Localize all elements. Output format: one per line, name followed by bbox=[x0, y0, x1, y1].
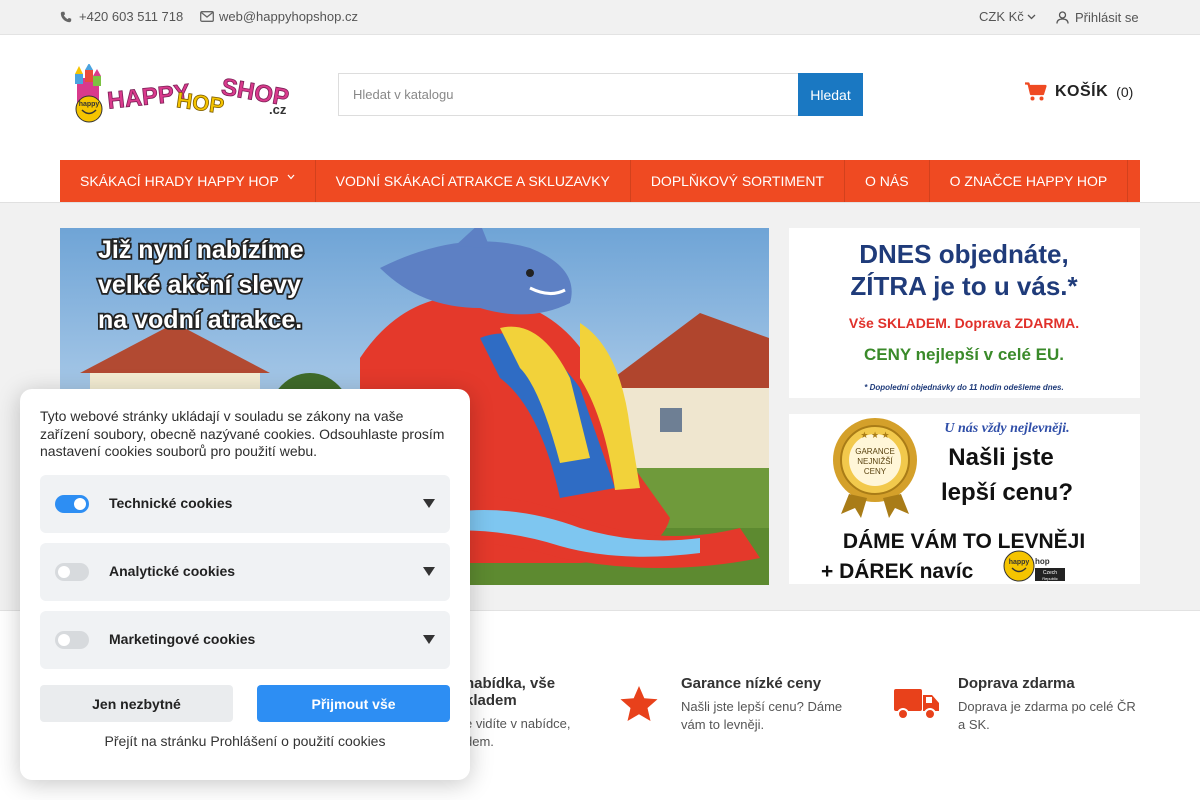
promo-banner-price-guarantee[interactable]: U nás vždy nejlevněji. ★ ★ ★ GARANCE NEJ… bbox=[789, 414, 1140, 584]
expand-arrow-icon[interactable] bbox=[423, 499, 435, 508]
feature-desc-line: vám to levněji. bbox=[681, 717, 765, 732]
phone-contact[interactable]: +420 603 511 718 bbox=[60, 9, 183, 24]
nav-item-vodni-atrakce[interactable]: VODNÍ SKÁKACÍ ATRAKCE A SKLUZAVKY bbox=[316, 160, 631, 202]
feature-description: Našli jste lepší cenu? Dáme vám to levně… bbox=[681, 698, 861, 734]
nav-item-doplnkovy-sortiment[interactable]: DOPLŇKOVÝ SORTIMENT bbox=[631, 160, 846, 202]
side2-line1: Našli jste bbox=[948, 444, 1053, 471]
email-contact[interactable]: web@happyhopshop.cz bbox=[200, 9, 358, 24]
nav-item-o-znacce[interactable]: O ZNAČCE HAPPY HOP bbox=[930, 160, 1129, 202]
cookie-category-analytics[interactable]: Analytické cookies bbox=[40, 543, 450, 601]
side2-line4: + DÁREK navíc bbox=[821, 560, 974, 583]
price-guarantee-graphic: U nás vždy nejlevněji. ★ ★ ★ GARANCE NEJ… bbox=[821, 418, 1085, 583]
feature-low-price: Garance nízké ceny Našli jste lepší cenu… bbox=[681, 675, 861, 734]
phone-icon bbox=[60, 11, 72, 22]
feature-description: e vidíte v nabídce, dem. bbox=[465, 715, 605, 751]
cookie-consent-dialog: Tyto webové stránky ukládají v souladu s… bbox=[20, 389, 470, 780]
side2-seal3: CENY bbox=[864, 467, 887, 476]
email-address: web@happyhopshop.cz bbox=[219, 9, 358, 24]
banner-main-line2: velké akční slevy bbox=[98, 271, 301, 299]
technical-cookies-toggle[interactable] bbox=[55, 495, 89, 513]
side2-seal1: GARANCE bbox=[855, 447, 895, 456]
marketing-cookies-toggle[interactable] bbox=[55, 631, 89, 649]
feature-desc-line: Našli jste lepší cenu? Dáme bbox=[681, 699, 843, 714]
side1-line4: CENY nejlepší v celé EU. bbox=[864, 345, 1064, 364]
feature-title: nabídka, vše kladem bbox=[465, 675, 605, 709]
nav-label: O ZNAČCE HAPPY HOP bbox=[949, 173, 1108, 189]
site-logo[interactable]: happy HAPPY HOP SHOP .cz bbox=[73, 63, 293, 124]
nav-label: DOPLŇKOVÝ SORTIMENT bbox=[650, 173, 825, 189]
nav-item-skakaci-hrady[interactable]: SKÁKACÍ HRADY HAPPY HOP bbox=[60, 160, 316, 202]
feature-desc-line: Doprava je zdarma po celé ČR bbox=[958, 699, 1136, 714]
expand-arrow-icon[interactable] bbox=[423, 567, 435, 576]
currency-label: CZK Kč bbox=[979, 9, 1024, 24]
chevron-down-icon bbox=[287, 174, 295, 180]
analytics-cookies-toggle[interactable] bbox=[55, 563, 89, 581]
header: happy HAPPY HOP SHOP .cz Hledat KOŠÍK (0… bbox=[0, 35, 1200, 203]
feature-title: Doprava zdarma bbox=[958, 675, 1075, 692]
cookie-category-label: Marketingové cookies bbox=[109, 631, 256, 647]
feature-free-shipping: Doprava zdarma Doprava je zdarma po celé… bbox=[958, 675, 1143, 734]
phone-number: +420 603 511 718 bbox=[79, 9, 184, 24]
only-necessary-button[interactable]: Jen nezbytné bbox=[40, 685, 233, 722]
svg-text:★ ★ ★: ★ ★ ★ bbox=[860, 430, 889, 440]
happyhopshop-logo: happy HAPPY HOP SHOP .cz bbox=[75, 63, 291, 123]
side2-logo-hop: hop bbox=[1035, 557, 1050, 566]
cookie-category-marketing[interactable]: Marketingové cookies bbox=[40, 611, 450, 669]
cart-count: (0) bbox=[1116, 83, 1134, 100]
feature-title-line: nabídka, vše bbox=[465, 675, 556, 692]
cookie-category-technical[interactable]: Technické cookies bbox=[40, 475, 450, 533]
side1-note: * Dopolední objednávky do 11 hodin odešl… bbox=[864, 383, 1063, 392]
top-bar: +420 603 511 718 web@happyhopshop.cz CZK… bbox=[0, 0, 1200, 35]
side2-logo-sub2: Republic bbox=[1042, 576, 1058, 581]
currency-selector[interactable]: CZK Kč bbox=[979, 9, 1036, 24]
accept-all-button[interactable]: Přijmout vše bbox=[257, 685, 450, 722]
side2-line3: DÁME VÁM TO LEVNĚJI bbox=[843, 529, 1085, 553]
side1-line2: ZÍTRA je to u vás.* bbox=[850, 271, 1078, 301]
cart-label: KOŠÍK bbox=[1055, 82, 1109, 100]
side2-top: U nás vždy nejlevněji. bbox=[944, 421, 1069, 436]
banner-main-line1: Již nyní nabízíme bbox=[98, 236, 304, 264]
feature-stock: nabídka, vše kladem e vidíte v nabídce, … bbox=[465, 675, 605, 751]
expand-arrow-icon[interactable] bbox=[423, 635, 435, 644]
feature-description: Doprava je zdarma po celé ČR a SK. bbox=[958, 698, 1143, 734]
shopping-cart-icon bbox=[1025, 82, 1047, 101]
search-input[interactable] bbox=[338, 73, 798, 116]
delivery-banner-graphic: DNES objednáte, ZÍTRA je to u vás.* Vše … bbox=[849, 239, 1079, 392]
feature-title-line: kladem bbox=[465, 692, 517, 709]
main-navigation: SKÁKACÍ HRADY HAPPY HOP VODNÍ SKÁKACÍ AT… bbox=[60, 160, 1140, 202]
feature-desc-line: e vidíte v nabídce, bbox=[465, 716, 571, 731]
feature-desc-line: a SK. bbox=[958, 717, 990, 732]
side1-line3: Vše SKLADEM. Doprava ZDARMA. bbox=[849, 315, 1079, 331]
nav-label: O NÁS bbox=[865, 173, 909, 189]
cart-link[interactable]: KOŠÍK (0) bbox=[1025, 82, 1133, 101]
promo-banner-delivery[interactable]: DNES objednáte, ZÍTRA je to u vás.* Vše … bbox=[789, 228, 1140, 398]
login-label: Přihlásit se bbox=[1075, 10, 1139, 25]
chevron-down-icon bbox=[1027, 14, 1036, 19]
nav-label: VODNÍ SKÁKACÍ ATRAKCE A SKLUZAVKY bbox=[335, 173, 610, 189]
logo-badge: happy bbox=[79, 101, 100, 108]
cookie-category-label: Technické cookies bbox=[109, 495, 233, 511]
nav-label: SKÁKACÍ HRADY HAPPY HOP bbox=[80, 173, 279, 189]
side1-line1: DNES objednáte, bbox=[859, 239, 1068, 269]
cookie-category-label: Analytické cookies bbox=[109, 563, 236, 579]
feature-title: Garance nízké ceny bbox=[681, 675, 822, 692]
cookie-policy-link[interactable]: Přejít na stránku Prohlášení o použití c… bbox=[20, 733, 470, 749]
envelope-icon bbox=[200, 11, 214, 22]
cookie-intro-text: Tyto webové stránky ukládají v souladu s… bbox=[40, 408, 445, 459]
star-icon bbox=[620, 686, 658, 721]
logo-hop: HOP bbox=[175, 87, 226, 118]
side2-seal2: NEJNIŽŠÍ bbox=[857, 457, 893, 466]
login-link[interactable]: Přihlásit se bbox=[1056, 10, 1139, 25]
user-icon bbox=[1056, 11, 1069, 24]
logo-cz: .cz bbox=[269, 102, 287, 117]
feature-desc-line: dem. bbox=[465, 734, 494, 749]
nav-item-o-nas[interactable]: O NÁS bbox=[845, 160, 930, 202]
banner-main-line3: na vodní atrakce. bbox=[98, 306, 302, 334]
search-bar: Hledat bbox=[338, 73, 863, 116]
side2-logo-happy: happy bbox=[1009, 559, 1030, 566]
search-button[interactable]: Hledat bbox=[798, 73, 863, 116]
side2-line2: lepší cenu? bbox=[941, 479, 1073, 506]
delivery-truck-icon bbox=[894, 689, 939, 720]
